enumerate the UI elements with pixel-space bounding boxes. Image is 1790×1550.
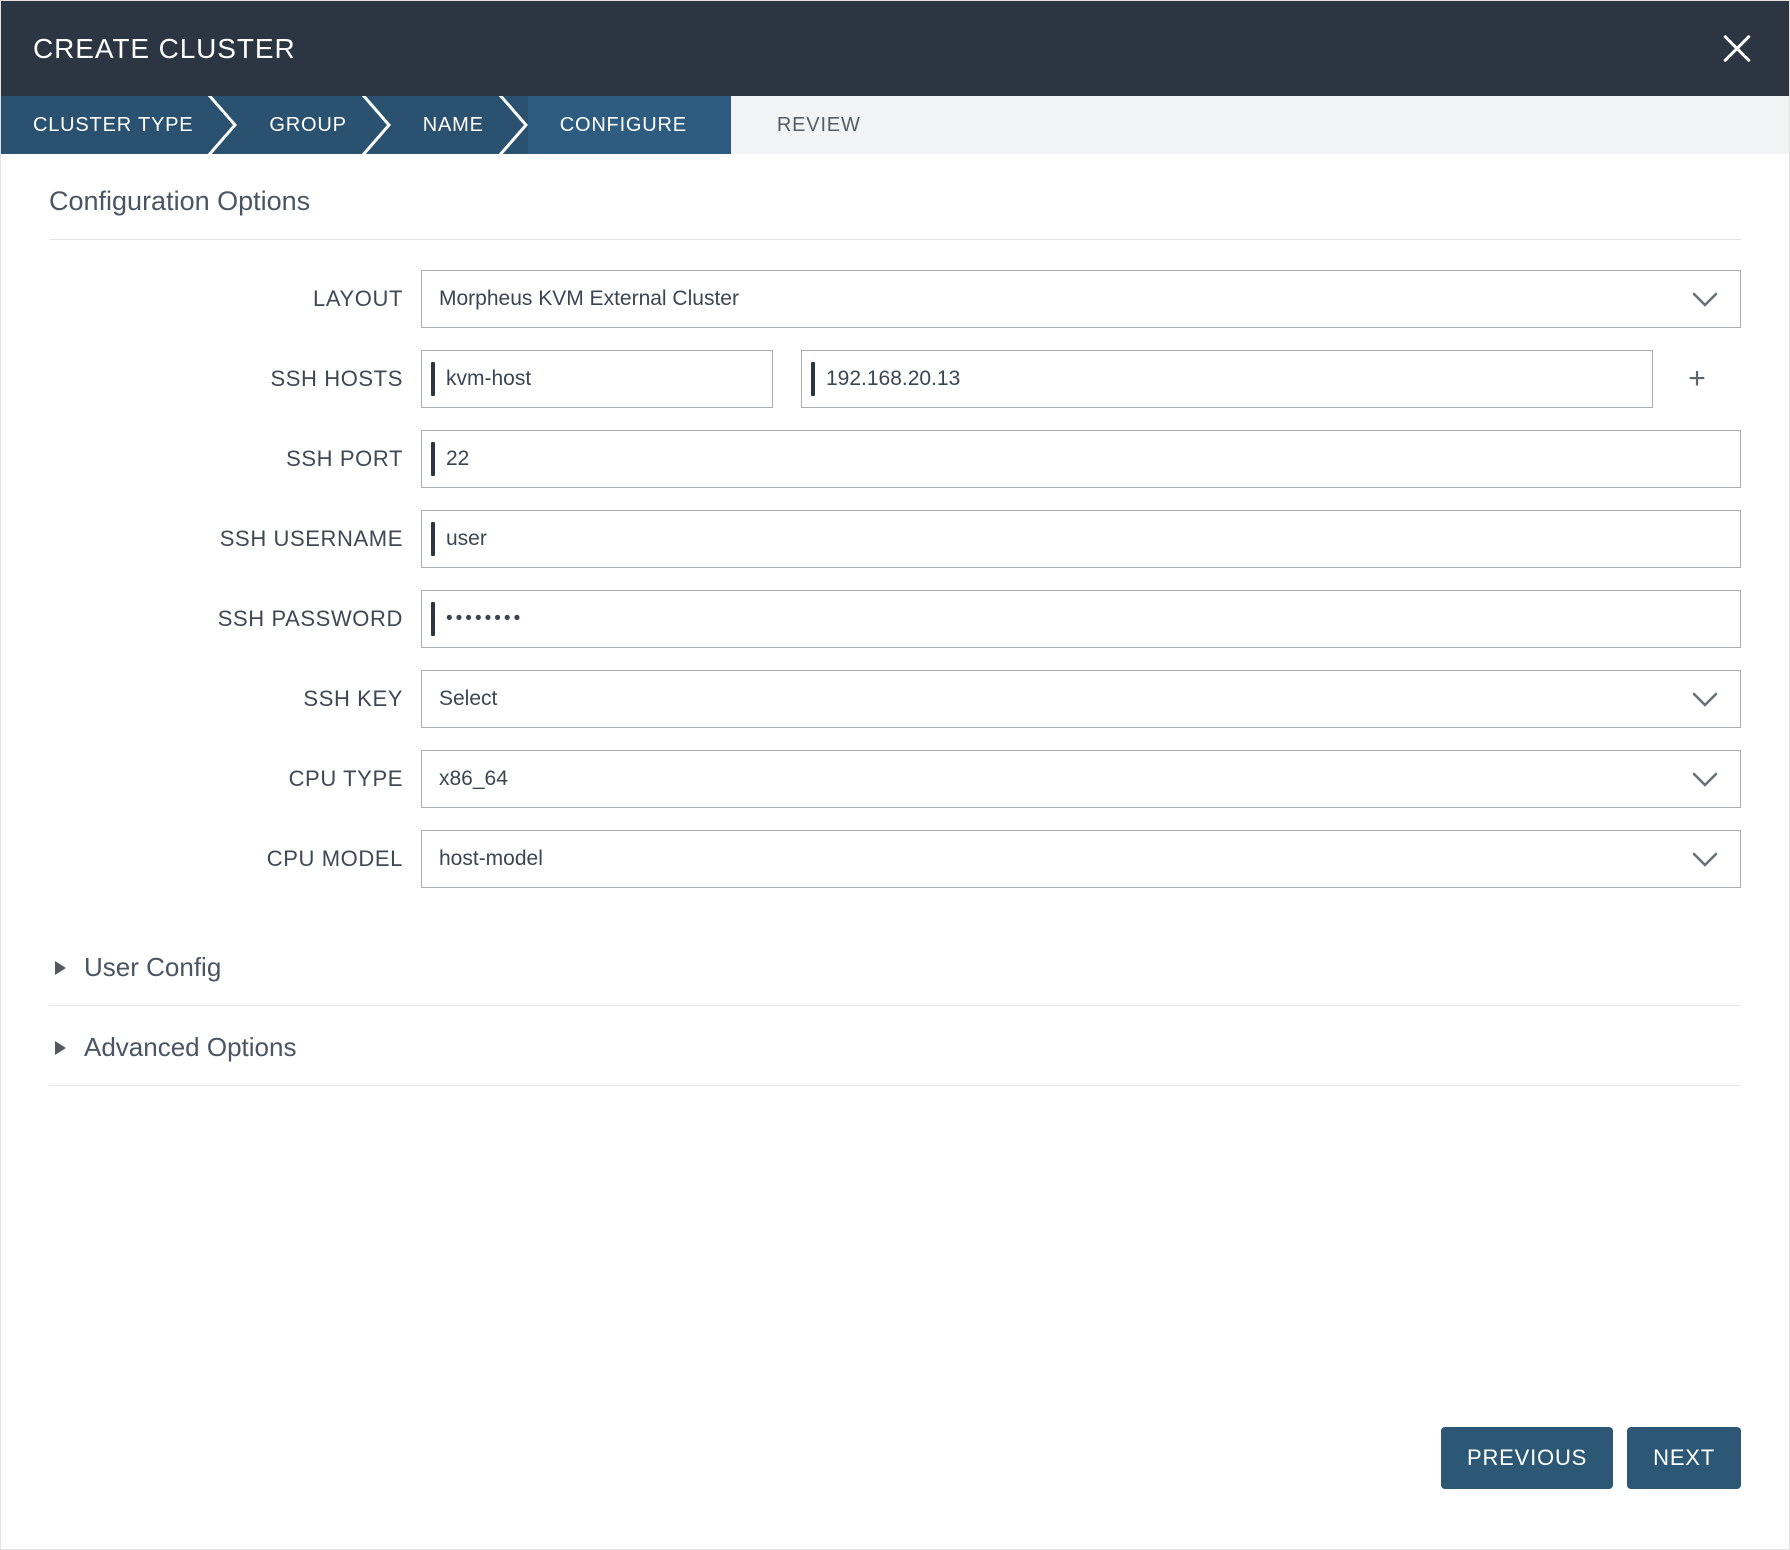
label-ssh-password: SSH PASSWORD xyxy=(49,590,421,648)
ssh-username-input[interactable]: user xyxy=(421,510,1741,568)
label-cpu-model: CPU MODEL xyxy=(49,830,421,888)
step-label: REVIEW xyxy=(777,114,861,137)
ssh-key-select-value: Select xyxy=(422,687,497,711)
field-area-ssh-hosts: kvm-host 192.168.20.13 + xyxy=(421,350,1741,408)
next-button[interactable]: NEXT xyxy=(1627,1427,1741,1489)
form-row-layout: LAYOUT Morpheus KVM External Cluster xyxy=(49,270,1741,328)
ssh-port-value: 22 xyxy=(435,447,469,471)
plus-icon: + xyxy=(1688,364,1706,394)
form-row-ssh-username: SSH USERNAME user xyxy=(49,510,1741,568)
step-label: NAME xyxy=(423,114,484,137)
add-ssh-host-button[interactable]: + xyxy=(1653,364,1741,394)
section-user-config[interactable]: User Config xyxy=(49,926,1741,1006)
ssh-key-select[interactable]: Select xyxy=(421,670,1741,728)
form-row-cpu-type: CPU TYPE x86_64 xyxy=(49,750,1741,808)
form-row-ssh-key: SSH KEY Select xyxy=(49,670,1741,728)
chevron-separator-icon xyxy=(204,96,238,154)
step-group[interactable]: GROUP xyxy=(237,96,390,154)
ssh-password-input[interactable]: •••••••• xyxy=(421,590,1741,648)
page-title: CREATE CLUSTER xyxy=(33,33,296,65)
section-user-config-label: User Config xyxy=(84,952,221,983)
section-advanced-options[interactable]: Advanced Options xyxy=(49,1006,1741,1086)
wizard-steps-breadcrumb: CLUSTER TYPE GROUP NAME xyxy=(1,96,1789,154)
section-advanced-options-label: Advanced Options xyxy=(84,1032,296,1063)
step-name[interactable]: NAME xyxy=(391,96,528,154)
field-area-cpu-type: x86_64 xyxy=(421,750,1741,808)
form-row-ssh-port: SSH PORT 22 xyxy=(49,430,1741,488)
ssh-host-name-input[interactable]: kvm-host xyxy=(421,350,773,408)
step-label: GROUP xyxy=(269,114,346,137)
field-area-cpu-model: host-model xyxy=(421,830,1741,888)
form-row-cpu-model: CPU MODEL host-model xyxy=(49,830,1741,888)
layout-select-value: Morpheus KVM External Cluster xyxy=(422,287,739,311)
form-row-ssh-password: SSH PASSWORD •••••••• xyxy=(49,590,1741,648)
step-review: REVIEW xyxy=(731,96,905,154)
step-cluster-type[interactable]: CLUSTER TYPE xyxy=(1,96,237,154)
chevron-down-icon xyxy=(1692,852,1718,867)
cpu-type-select-value: x86_64 xyxy=(422,767,508,791)
create-cluster-wizard: CREATE CLUSTER CLUSTER TYPE GROUP xyxy=(0,0,1790,1550)
label-layout: LAYOUT xyxy=(49,270,421,328)
step-label: CLUSTER TYPE xyxy=(33,114,193,137)
field-area-ssh-port: 22 xyxy=(421,430,1741,488)
triangle-right-icon xyxy=(55,1041,66,1055)
cpu-model-select[interactable]: host-model xyxy=(421,830,1741,888)
chevron-down-icon xyxy=(1692,692,1718,707)
form-row-ssh-hosts: SSH HOSTS kvm-host 192.168.20.13 + xyxy=(49,350,1741,408)
label-cpu-type: CPU TYPE xyxy=(49,750,421,808)
label-ssh-username: SSH USERNAME xyxy=(49,510,421,568)
chevron-down-icon xyxy=(1692,772,1718,787)
label-ssh-key: SSH KEY xyxy=(49,670,421,728)
chevron-separator-icon xyxy=(495,96,529,154)
wizard-footer: PREVIOUS NEXT xyxy=(1441,1427,1741,1489)
ssh-username-value: user xyxy=(435,527,487,551)
field-area-layout: Morpheus KVM External Cluster xyxy=(421,270,1741,328)
chevron-down-icon xyxy=(1692,292,1718,307)
step-label: CONFIGURE xyxy=(560,114,687,137)
chevron-separator-icon xyxy=(358,96,392,154)
layout-select[interactable]: Morpheus KVM External Cluster xyxy=(421,270,1741,328)
field-area-ssh-username: user xyxy=(421,510,1741,568)
step-configure[interactable]: CONFIGURE xyxy=(528,96,731,154)
ssh-host-name-value: kvm-host xyxy=(435,367,531,391)
wizard-body: Configuration Options LAYOUT Morpheus KV… xyxy=(1,154,1789,1086)
ssh-host-address-input[interactable]: 192.168.20.13 xyxy=(801,350,1653,408)
field-area-ssh-password: •••••••• xyxy=(421,590,1741,648)
cpu-model-select-value: host-model xyxy=(422,847,543,871)
steps-filler xyxy=(905,96,1789,154)
ssh-password-value: •••••••• xyxy=(435,608,523,630)
label-ssh-hosts: SSH HOSTS xyxy=(49,350,421,408)
configuration-form: LAYOUT Morpheus KVM External Cluster SSH… xyxy=(49,240,1741,888)
field-area-ssh-key: Select xyxy=(421,670,1741,728)
ssh-port-input[interactable]: 22 xyxy=(421,430,1741,488)
previous-button[interactable]: PREVIOUS xyxy=(1441,1427,1613,1489)
triangle-right-icon xyxy=(55,961,66,975)
ssh-host-address-value: 192.168.20.13 xyxy=(815,367,960,391)
label-ssh-port: SSH PORT xyxy=(49,430,421,488)
section-title: Configuration Options xyxy=(49,154,1741,240)
cpu-type-select[interactable]: x86_64 xyxy=(421,750,1741,808)
wizard-titlebar: CREATE CLUSTER xyxy=(1,1,1789,96)
close-icon[interactable] xyxy=(1713,25,1761,73)
